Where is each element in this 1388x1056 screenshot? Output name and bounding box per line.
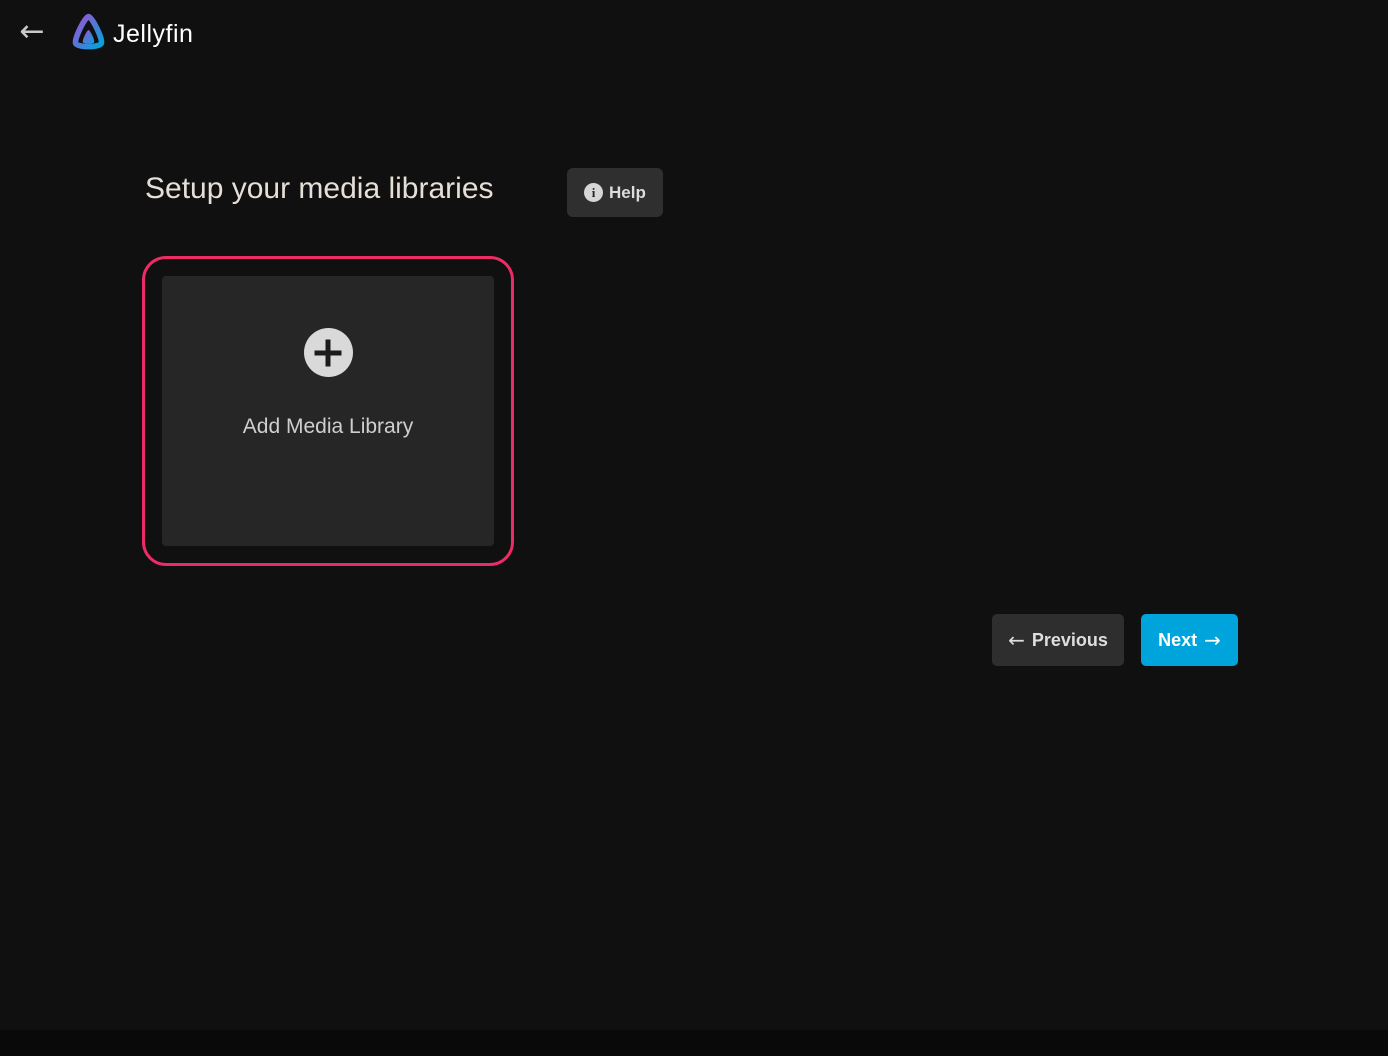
app-title: Jellyfin <box>113 20 193 49</box>
back-button[interactable]: ← <box>12 12 52 52</box>
back-arrow-icon: ← <box>19 14 44 49</box>
info-icon: i <box>584 183 603 202</box>
plus-icon <box>304 328 353 377</box>
page-title: Setup your media libraries <box>145 172 494 206</box>
bottom-strip <box>0 1030 1388 1056</box>
add-media-library-card[interactable]: Add Media Library <box>162 276 494 546</box>
next-button-label: Next <box>1158 630 1197 651</box>
previous-button-label: Previous <box>1032 630 1108 651</box>
jellyfin-logo-icon <box>66 9 111 57</box>
arrow-right-icon: → <box>1204 630 1221 650</box>
help-button-label: Help <box>609 183 646 203</box>
help-button[interactable]: i Help <box>567 168 663 217</box>
next-button[interactable]: Next → <box>1141 614 1238 666</box>
add-media-library-label: Add Media Library <box>243 415 413 439</box>
arrow-left-icon: ← <box>1008 630 1025 650</box>
previous-button[interactable]: ← Previous <box>992 614 1124 666</box>
